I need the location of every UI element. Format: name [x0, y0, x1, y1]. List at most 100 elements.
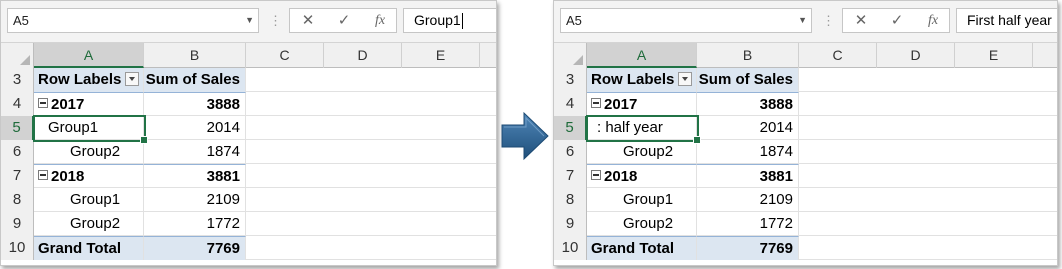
pivot-value-cell[interactable]: 3888: [697, 92, 799, 116]
row-header[interactable]: 5: [1, 116, 34, 140]
table-row: 4 2017 3888: [1, 92, 496, 116]
text-cursor: [461, 13, 463, 30]
row-labels-text: Row Labels: [38, 71, 122, 88]
enter-icon[interactable]: ✓: [326, 9, 362, 32]
after-excel-window: A5 ▼ ⋮ ✕ ✓ fx First half year A B C D E …: [553, 0, 1058, 266]
column-header-a[interactable]: A: [587, 43, 697, 68]
pivot-year-cell[interactable]: 2018: [587, 164, 697, 188]
filter-dropdown-icon[interactable]: [678, 72, 693, 86]
formula-bar-splitter[interactable]: ⋮: [822, 13, 836, 29]
pivot-value-cell[interactable]: 2109: [697, 188, 799, 212]
pivot-value-cell[interactable]: 1772: [697, 212, 799, 236]
pivot-year-cell[interactable]: 2018: [34, 164, 144, 188]
pivot-value-header[interactable]: Sum of Sales: [144, 68, 246, 92]
pivot-item-cell[interactable]: Group2: [587, 212, 697, 236]
row-header[interactable]: 9: [1, 212, 34, 236]
pivot-value-cell[interactable]: 3881: [697, 164, 799, 188]
table-row: 8 Group1 2109: [554, 188, 1057, 212]
worksheet-grid[interactable]: A B C D E 3 Row Labels Sum of Sales 4 20…: [554, 43, 1057, 265]
table-row: 10 Grand Total 7769: [1, 236, 496, 260]
select-all-button[interactable]: [1, 43, 34, 68]
formula-text: Group1: [414, 12, 461, 28]
row-header[interactable]: 8: [1, 188, 34, 212]
table-row: 3 Row Labels Sum of Sales: [554, 68, 1057, 92]
collapse-icon[interactable]: [38, 98, 48, 108]
year-label: 2018: [51, 168, 85, 185]
row-header[interactable]: 5: [554, 116, 587, 140]
column-header-d[interactable]: D: [324, 43, 402, 68]
pivot-value-cell[interactable]: 2109: [144, 188, 246, 212]
pivot-row-labels-header[interactable]: Row Labels: [34, 68, 144, 92]
pivot-value-cell[interactable]: 3881: [144, 164, 246, 188]
pivot-item-cell[interactable]: Group2: [34, 212, 144, 236]
insert-function-icon[interactable]: fx: [362, 9, 398, 32]
table-row: 3 Row Labels Sum of Sales: [1, 68, 496, 92]
chevron-down-icon[interactable]: ▼: [245, 9, 254, 32]
pivot-value-cell[interactable]: 2014: [697, 116, 799, 140]
row-header[interactable]: 8: [554, 188, 587, 212]
column-header-b[interactable]: B: [144, 43, 246, 68]
row-header[interactable]: 9: [554, 212, 587, 236]
chevron-down-icon[interactable]: ▼: [798, 9, 807, 32]
row-header[interactable]: 6: [1, 140, 34, 164]
insert-function-icon[interactable]: fx: [915, 9, 951, 32]
pivot-year-cell[interactable]: 2017: [34, 92, 144, 116]
row-header[interactable]: 7: [1, 164, 34, 188]
row-header[interactable]: 4: [1, 92, 34, 116]
pivot-value-cell[interactable]: 1772: [144, 212, 246, 236]
grand-total-value[interactable]: 7769: [697, 236, 799, 260]
year-label: 2017: [604, 96, 638, 113]
pivot-value-cell[interactable]: 1874: [697, 140, 799, 164]
pivot-item-cell[interactable]: Group1: [34, 188, 144, 212]
formula-bar-splitter[interactable]: ⋮: [269, 13, 283, 29]
pivot-item-cell[interactable]: Group2: [587, 140, 697, 164]
grand-total-label[interactable]: Grand Total: [34, 236, 144, 260]
column-header-row: A B C D E: [554, 43, 1057, 68]
table-row: 5 Group1 2014: [1, 116, 496, 140]
cancel-icon[interactable]: ✕: [290, 9, 326, 32]
row-header[interactable]: 4: [554, 92, 587, 116]
pivot-value-header[interactable]: Sum of Sales: [697, 68, 799, 92]
column-header-d[interactable]: D: [877, 43, 955, 68]
table-row: 5 : half year 2014: [554, 116, 1057, 140]
column-header-c[interactable]: C: [246, 43, 324, 68]
filter-dropdown-icon[interactable]: [125, 72, 140, 86]
row-header[interactable]: 3: [1, 68, 34, 92]
pivot-value-cell[interactable]: 2014: [144, 116, 246, 140]
row-header[interactable]: 3: [554, 68, 587, 92]
column-header-e[interactable]: E: [402, 43, 480, 68]
collapse-icon[interactable]: [591, 98, 601, 108]
column-header-a[interactable]: A: [34, 43, 144, 68]
formula-input[interactable]: First half year: [956, 8, 1057, 33]
active-cell[interactable]: Group1: [34, 116, 144, 140]
column-header-e[interactable]: E: [955, 43, 1033, 68]
column-header-c[interactable]: C: [799, 43, 877, 68]
collapse-icon[interactable]: [591, 170, 601, 180]
row-header[interactable]: 7: [554, 164, 587, 188]
column-header-b[interactable]: B: [697, 43, 799, 68]
table-row: 9 Group2 1772: [554, 212, 1057, 236]
pivot-year-cell[interactable]: 2017: [587, 92, 697, 116]
select-all-button[interactable]: [554, 43, 587, 68]
name-box[interactable]: A5 ▼: [560, 8, 812, 33]
formula-input[interactable]: Group1: [403, 8, 496, 33]
row-header[interactable]: 6: [554, 140, 587, 164]
cancel-icon[interactable]: ✕: [843, 9, 879, 32]
pivot-row-labels-header[interactable]: Row Labels: [587, 68, 697, 92]
row-header[interactable]: 10: [554, 236, 587, 260]
active-cell[interactable]: : half year: [587, 116, 697, 140]
row-header[interactable]: 10: [1, 236, 34, 260]
name-box[interactable]: A5 ▼: [7, 8, 259, 33]
grand-total-value[interactable]: 7769: [144, 236, 246, 260]
worksheet-grid[interactable]: A B C D E 3 Row Labels Sum of Sales 4 20…: [1, 43, 496, 265]
pivot-value-cell[interactable]: 1874: [144, 140, 246, 164]
enter-icon[interactable]: ✓: [879, 9, 915, 32]
pivot-item-cell[interactable]: Group1: [587, 188, 697, 212]
pivot-item-cell[interactable]: Group2: [34, 140, 144, 164]
collapse-icon[interactable]: [38, 170, 48, 180]
pivot-value-cell[interactable]: 3888: [144, 92, 246, 116]
grand-total-label[interactable]: Grand Total: [587, 236, 697, 260]
table-row: 8 Group1 2109: [1, 188, 496, 212]
column-header-row: A B C D E: [1, 43, 496, 68]
before-excel-window: A5 ▼ ⋮ ✕ ✓ fx Group1 A B C D E 3 Row Lab…: [0, 0, 497, 266]
